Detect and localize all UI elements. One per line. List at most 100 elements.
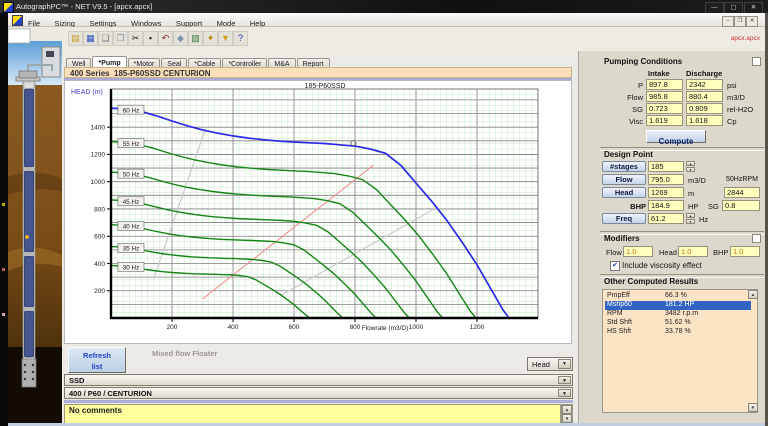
modifiers-pin-checkbox[interactable] — [752, 234, 761, 243]
refresh-list-button[interactable]: Refresh list — [68, 347, 126, 373]
svg-text:200: 200 — [94, 288, 105, 295]
intake-sg-field[interactable]: 0.723 — [646, 103, 683, 114]
discharge-flow-field[interactable]: 880.4 — [686, 91, 723, 102]
well-schematic — [7, 27, 62, 426]
filter-icon[interactable]: ▼ — [218, 31, 233, 46]
save-icon[interactable]: ▦ — [83, 31, 98, 46]
pumping-row-unit: Cp — [727, 117, 737, 126]
discharge-col-header: Discharge — [686, 69, 723, 78]
curve-45hz — [110, 199, 410, 319]
node-icon[interactable]: ◆ — [173, 31, 188, 46]
freq-button[interactable]: Freq — [602, 213, 646, 224]
stages-spinner[interactable]: ▲ ▼ — [686, 161, 695, 172]
discharge-visc-field[interactable]: 1.618 — [686, 115, 723, 126]
discharge-p-field[interactable]: 2342 — [686, 79, 723, 90]
plot-type-combo-value: Head — [532, 360, 550, 369]
open-icon[interactable]: ▤ — [68, 31, 83, 46]
series-combo[interactable]: SSD ▼ — [64, 374, 573, 386]
chevron-down-icon[interactable]: ▼ — [558, 389, 571, 397]
viscosity-checkbox[interactable]: ✔ — [610, 261, 620, 271]
pumping-pin-checkbox[interactable] — [752, 57, 761, 66]
modifier-bhp-label: BHP — [713, 248, 729, 257]
menu-bar: File Sizing Settings Windows Support Mod… — [8, 13, 768, 28]
discharge-sg-field[interactable]: 0.809 — [686, 103, 723, 114]
intake-flow-field[interactable]: 985.8 — [646, 91, 683, 102]
scroll-up-icon[interactable]: ▲ — [748, 290, 758, 299]
pump-performance-chart[interactable]: 60 Hz 55 Hz 50 Hz 45 Hz 40 Hz 35 Hz 30 Hz 200 40… — [65, 81, 571, 343]
chevron-down-icon[interactable]: ▼ — [558, 376, 571, 384]
scroll-up-icon[interactable]: ▲ — [562, 405, 572, 414]
desktop-strip — [0, 13, 8, 426]
sg-label: SG — [708, 202, 719, 211]
pumping-row-label: SG — [632, 105, 643, 114]
svg-text:1000: 1000 — [91, 179, 106, 186]
print-icon[interactable]: ❏ — [98, 31, 113, 46]
spin-up-icon[interactable]: ▲ — [686, 161, 695, 166]
freq-field[interactable]: 61.2 — [648, 213, 684, 224]
intake-p-field[interactable]: 897.8 — [646, 79, 683, 90]
intake-visc-field[interactable]: 1.619 — [646, 115, 683, 126]
other-results-list[interactable]: PmpEff 66.3 % Mshp60 181.2 HP RPM 3482 r… — [602, 289, 758, 413]
comments-box[interactable]: No comments — [64, 404, 561, 424]
pumping-row-label: P — [637, 81, 643, 90]
svg-text:800: 800 — [350, 324, 361, 331]
svg-text:800: 800 — [94, 206, 105, 213]
svg-text:400: 400 — [228, 324, 239, 331]
stages-field[interactable]: 185 — [648, 161, 684, 172]
spin-down-icon[interactable]: ▼ — [686, 167, 695, 172]
freq-spinner[interactable]: ▲ ▼ — [686, 213, 695, 224]
svg-text:55 Hz: 55 Hz — [123, 141, 139, 148]
pumping-row-unit: rel-H2O — [727, 105, 754, 114]
freq-unit: Hz — [699, 215, 709, 224]
chart-icon[interactable]: ▧ — [188, 31, 203, 46]
modifier-flow-field[interactable]: 1.0 — [623, 246, 653, 257]
help-icon[interactable]: ? — [233, 31, 248, 46]
modifier-head-label: Head — [659, 248, 677, 257]
svg-text:50 Hz: 50 Hz — [123, 171, 139, 178]
viscosity-checkbox-label[interactable]: Include viscosity effect — [622, 261, 702, 270]
cut-icon[interactable]: ✂ — [128, 31, 143, 46]
result-row[interactable]: RPM 3482 r.p.m — [605, 310, 751, 319]
svg-text:30 Hz: 30 Hz — [123, 265, 139, 272]
chevron-down-icon[interactable]: ▼ — [558, 359, 571, 369]
tab-strip: Well *Pump *Motor Seal *Cable *Controller M&A R… — [66, 53, 331, 69]
undo-icon[interactable]: ↶ — [158, 31, 173, 46]
bhp-field[interactable]: 184.9 — [648, 200, 684, 211]
flow-button[interactable]: Flow — [602, 174, 646, 185]
flow-field[interactable]: 795.0 — [648, 174, 684, 185]
mdi-close-button[interactable]: ✕ — [746, 16, 758, 27]
compute-button[interactable]: Compute — [646, 130, 706, 146]
key-icon[interactable]: ✦ — [203, 31, 218, 46]
window-titlebar: AutographPC™ - NET V9.5 - [apcx.apcx] — … — [0, 0, 768, 14]
rpm-field[interactable]: 2844 — [724, 187, 760, 198]
pumping-conditions-header: Pumping Conditions — [604, 57, 683, 66]
stages-button[interactable]: #stages — [602, 161, 646, 172]
modifier-head-field[interactable]: 1.0 — [678, 246, 708, 257]
pumping-row-label: Visc — [628, 117, 643, 126]
copy-icon[interactable]: ❐ — [113, 31, 128, 46]
pump-banner: 400 Series 185-P60SSD CENTURION — [64, 67, 572, 78]
mdi-restore-button[interactable]: ❐ — [734, 16, 746, 27]
result-row[interactable]: PmpEff 66.3 % — [605, 292, 751, 301]
scroll-down-icon[interactable]: ▼ — [562, 414, 572, 423]
design-point-header: Design Point — [604, 150, 653, 159]
modifier-bhp-field[interactable]: 1.0 — [730, 246, 760, 257]
pumping-row-unit: psi — [727, 81, 737, 90]
sg-field[interactable]: 0.8 — [722, 200, 760, 211]
spin-down-icon[interactable]: ▼ — [686, 219, 695, 224]
spin-up-icon[interactable]: ▲ — [686, 213, 695, 218]
pump-model-combo[interactable]: 400 / P60 / CENTURION ▼ — [64, 387, 573, 399]
block-icon[interactable]: ▪ — [143, 31, 158, 46]
svg-text:600: 600 — [94, 234, 105, 241]
scroll-down-icon[interactable]: ▼ — [748, 403, 758, 412]
doc-badge: apcx.apcx — [730, 35, 760, 42]
plot-type-combo[interactable]: Head ▼ — [527, 357, 573, 371]
comments-scrollbar[interactable]: ▲ ▼ — [561, 404, 573, 424]
head-field[interactable]: 1269 — [648, 187, 684, 198]
chart-panel: 185-P60SSD HEAD (m) Flowrate (m3/D) 60 H… — [64, 80, 572, 344]
result-row[interactable]: Mshp60 181.2 HP — [605, 301, 751, 310]
result-row[interactable]: HS Shft 33.78 % — [605, 328, 751, 337]
result-row[interactable]: Std Shft 51.62 % — [605, 319, 751, 328]
head-button[interactable]: Head — [602, 187, 646, 198]
mdi-minimize-button[interactable]: – — [722, 16, 734, 27]
